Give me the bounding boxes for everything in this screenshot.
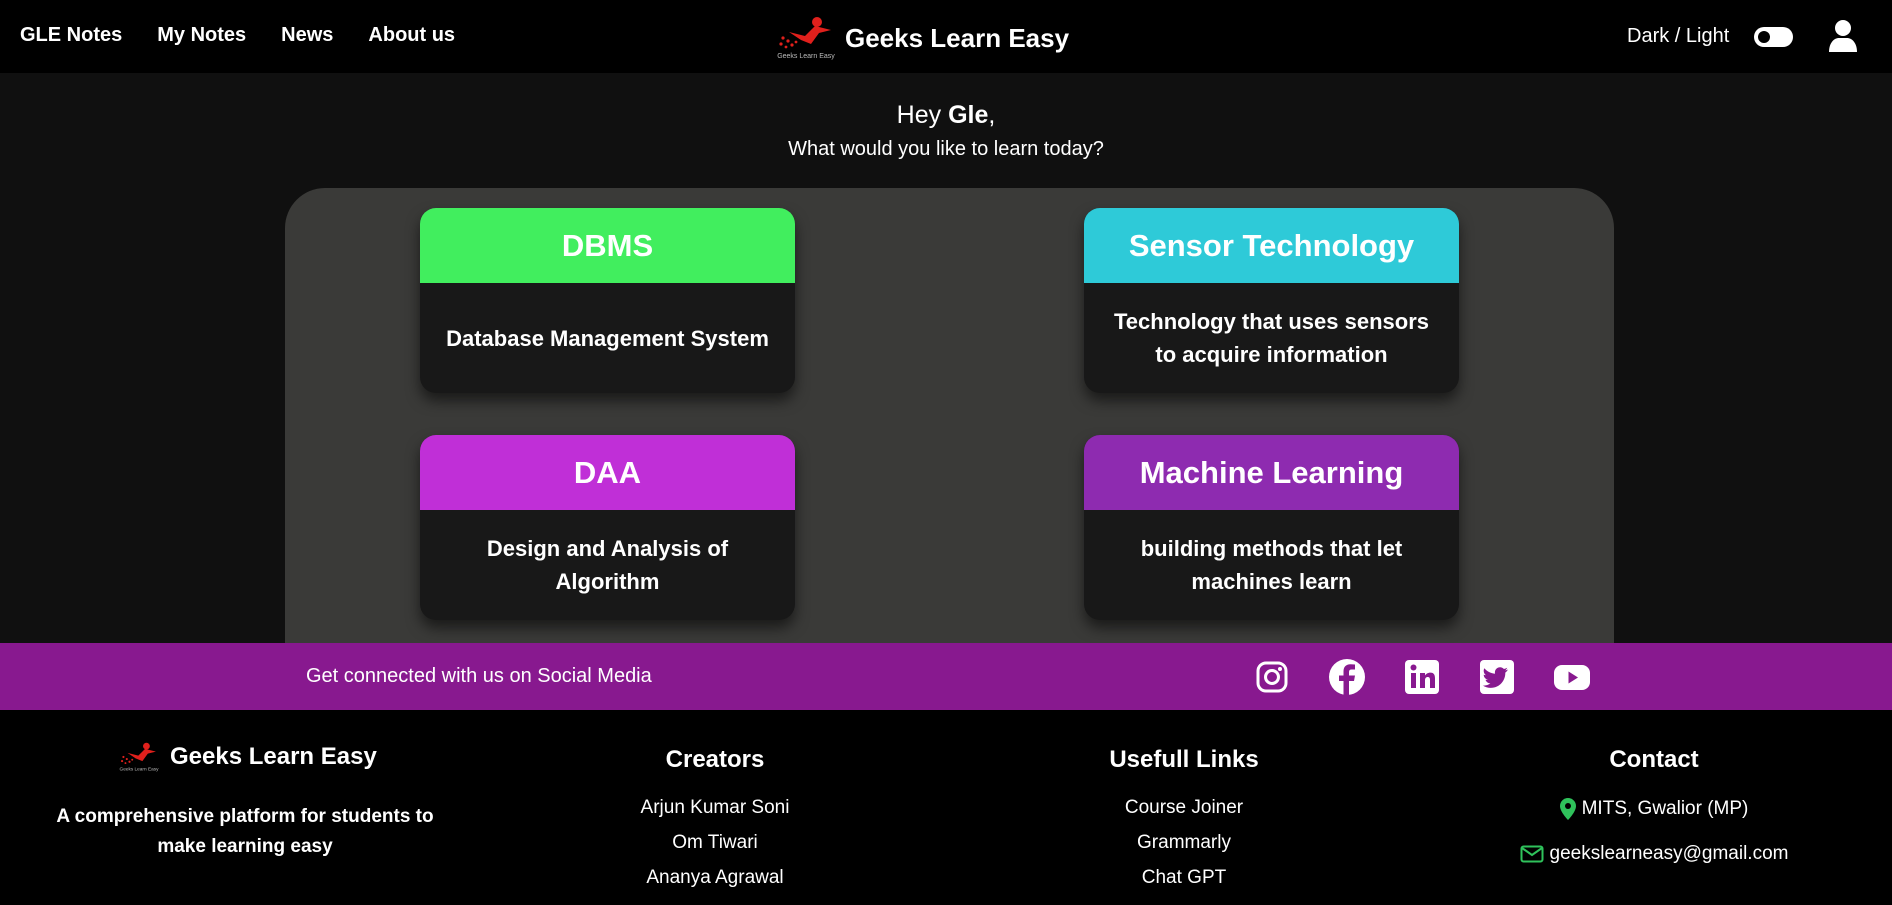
youtube-icon[interactable] bbox=[1552, 657, 1592, 697]
useful-links-column: Usefull Links Course Joiner Grammarly Ch… bbox=[1034, 746, 1334, 895]
theme-toggle[interactable] bbox=[1754, 27, 1793, 47]
greeting: Hey Gle, bbox=[0, 101, 1892, 130]
footer-description: A comprehensive platform for students to… bbox=[56, 806, 434, 857]
contact-column: Contact MITS, Gwalior (MP) geekslearneas… bbox=[1504, 746, 1804, 876]
nav-link-gle-notes[interactable]: GLE Notes bbox=[20, 24, 122, 47]
useful-link-item[interactable]: Course Joiner bbox=[1034, 790, 1334, 825]
brand-logo: Geeks Learn Easy bbox=[775, 16, 837, 60]
contact-heading: Contact bbox=[1609, 746, 1699, 773]
runner-logo-icon: Geeks Learn Easy bbox=[777, 17, 835, 60]
subject-card-dbms[interactable]: DBMS Database Management System bbox=[420, 208, 795, 393]
instagram-icon[interactable] bbox=[1252, 657, 1292, 697]
brand-logo-text: Geeks Learn Easy bbox=[777, 53, 835, 60]
navbar: GLE Notes My Notes News About us Geeks L… bbox=[0, 0, 1892, 73]
card-description: Technology that uses sensors to acquire … bbox=[1113, 309, 1429, 367]
subject-card-machine-learning[interactable]: Machine Learning building methods that l… bbox=[1084, 435, 1459, 620]
subject-card-sensor-technology[interactable]: Sensor Technology Technology that uses s… bbox=[1084, 208, 1459, 393]
card-header: Sensor Technology bbox=[1084, 208, 1459, 283]
contact-email[interactable]: geekslearneasy@gmail.com bbox=[1504, 831, 1804, 876]
footer: Geeks Learn Easy Geeks Learn Easy A comp… bbox=[0, 710, 1892, 905]
creators-column: Creators Arjun Kumar Soni Om Tiwari Anan… bbox=[565, 746, 865, 895]
card-title: DAA bbox=[573, 454, 642, 490]
card-header: DBMS bbox=[420, 208, 795, 283]
social-text: Get connected with us on Social Media bbox=[306, 665, 652, 687]
contact-location: MITS, Gwalior (MP) bbox=[1504, 786, 1804, 831]
social-bar: Get connected with us on Social Media bbox=[0, 643, 1892, 710]
card-description: building methods that let machines learn bbox=[1140, 536, 1403, 594]
toggle-knob bbox=[1758, 31, 1770, 43]
creators-heading: Creators bbox=[665, 746, 765, 773]
subjects-panel: DBMS Database Management System Sensor T… bbox=[285, 188, 1614, 643]
card-description: Database Management System bbox=[446, 325, 769, 351]
card-title: Sensor Technology bbox=[1128, 227, 1415, 263]
greeting-subtitle: What would you like to learn today? bbox=[788, 138, 1104, 160]
brand-name: Geeks Learn Easy bbox=[845, 22, 1070, 53]
linkedin-icon[interactable] bbox=[1402, 657, 1442, 697]
theme-label: Dark / Light bbox=[1627, 25, 1730, 47]
footer-logo-text: Geeks Learn Easy bbox=[120, 767, 160, 772]
twitter-icon[interactable] bbox=[1477, 657, 1517, 697]
greeting-suffix: , bbox=[988, 101, 996, 129]
mail-icon bbox=[1520, 845, 1544, 862]
card-description: Design and Analysis of Algorithm bbox=[486, 536, 729, 594]
contact-email-text: geekslearneasy@gmail.com bbox=[1549, 843, 1789, 864]
card-title: DBMS bbox=[561, 227, 654, 263]
creator-item[interactable]: Arjun Kumar Soni bbox=[565, 790, 865, 825]
brand[interactable]: Geeks Learn Easy Geeks Learn Easy bbox=[775, 16, 1069, 60]
creator-item[interactable]: Ananya Agrawal bbox=[565, 860, 865, 895]
footer-logo: Geeks Learn Easy bbox=[118, 742, 160, 773]
card-header: Machine Learning bbox=[1084, 435, 1459, 510]
useful-link-item[interactable]: Chat GPT bbox=[1034, 860, 1334, 895]
nav-link-my-notes[interactable]: My Notes bbox=[157, 24, 246, 47]
runner-logo-icon: Geeks Learn Easy bbox=[120, 742, 160, 773]
contact-location-text: MITS, Gwalior (MP) bbox=[1581, 798, 1749, 819]
creator-item[interactable]: Om Tiwari bbox=[565, 825, 865, 860]
card-header: DAA bbox=[420, 435, 795, 510]
facebook-icon[interactable] bbox=[1327, 657, 1367, 697]
nav-link-about-us[interactable]: About us bbox=[368, 24, 455, 47]
card-title: Machine Learning bbox=[1139, 454, 1404, 490]
nav-link-news[interactable]: News bbox=[281, 24, 333, 47]
greeting-prefix: Hey bbox=[896, 101, 949, 129]
user-icon[interactable] bbox=[1828, 19, 1858, 52]
footer-brand[interactable]: Geeks Learn Easy Geeks Learn Easy bbox=[118, 742, 377, 773]
subject-card-daa[interactable]: DAA Design and Analysis of Algorithm bbox=[420, 435, 795, 620]
footer-brand-name: Geeks Learn Easy bbox=[170, 743, 377, 770]
nav-links: GLE Notes My Notes News About us bbox=[20, 24, 455, 47]
greeting-user-name: Gle bbox=[948, 101, 989, 129]
location-pin-icon bbox=[1559, 797, 1576, 820]
useful-link-item[interactable]: Grammarly bbox=[1034, 825, 1334, 860]
useful-links-heading: Usefull Links bbox=[1109, 746, 1259, 773]
